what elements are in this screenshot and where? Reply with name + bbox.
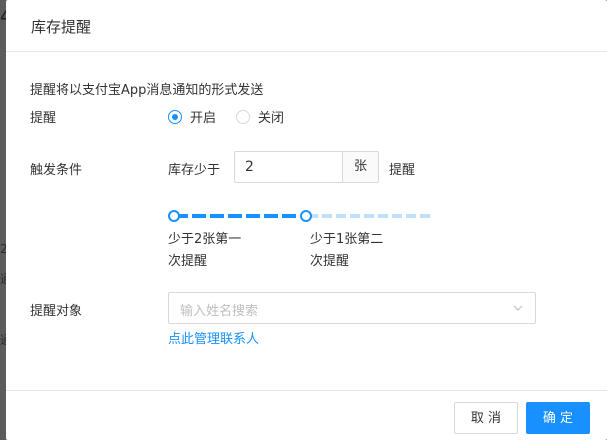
modal-header: 库存提醒 — [6, 0, 607, 52]
slider-track-inactive — [308, 214, 432, 218]
remind-off-radio[interactable]: 关闭 — [236, 107, 284, 126]
slider-mark-second-line2: 次提醒 — [310, 254, 350, 269]
modal-title: 库存提醒 — [31, 18, 92, 36]
contact-search-select[interactable]: 输入姓名搜索 — [168, 292, 536, 324]
slider-handle-second[interactable] — [300, 210, 312, 222]
trigger-condition-label: 触发条件 — [30, 163, 83, 178]
notification-hint: 提醒将以支付宝App消息通知的形式发送 — [30, 83, 264, 98]
threshold-slider[interactable] — [168, 208, 438, 224]
manage-contacts-link[interactable]: 点此管理联系人 — [168, 328, 259, 347]
stock-reminder-modal: 库存提醒 提醒将以支付宝App消息通知的形式发送 提醒 开启 关闭 触发条件 库… — [6, 0, 607, 440]
stock-less-than-label: 库存少于 — [168, 163, 221, 178]
remind-target-label: 提醒对象 — [30, 304, 83, 319]
slider-mark-second: 少于1张第二 次提醒 — [310, 229, 400, 273]
remind-off-label: 关闭 — [258, 111, 285, 126]
slider-mark-second-line1: 少于1张第二 — [310, 232, 384, 247]
remind-label: 提醒 — [30, 111, 57, 126]
unit-addon: 张 — [342, 151, 379, 183]
radio-checked-icon — [168, 109, 182, 124]
remind-suffix-label: 提醒 — [389, 163, 416, 178]
stock-threshold-input[interactable] — [234, 151, 342, 183]
remind-on-radio[interactable]: 开启 — [168, 107, 216, 126]
slider-track-active — [174, 214, 300, 218]
modal-footer: 取 消 确 定 — [6, 390, 607, 440]
slider-mark-first-line1: 少于2张第一 — [168, 232, 242, 247]
slider-mark-first-line2: 次提醒 — [168, 254, 208, 269]
radio-unchecked-icon — [236, 109, 250, 124]
slider-mark-first: 少于2张第一 次提醒 — [168, 229, 258, 273]
slider-handle-first[interactable] — [168, 210, 180, 222]
chevron-down-icon — [513, 305, 523, 311]
cancel-button[interactable]: 取 消 — [454, 402, 518, 434]
remind-on-label: 开启 — [190, 111, 217, 126]
search-placeholder: 输入姓名搜索 — [180, 304, 259, 319]
confirm-button[interactable]: 确 定 — [526, 402, 590, 434]
